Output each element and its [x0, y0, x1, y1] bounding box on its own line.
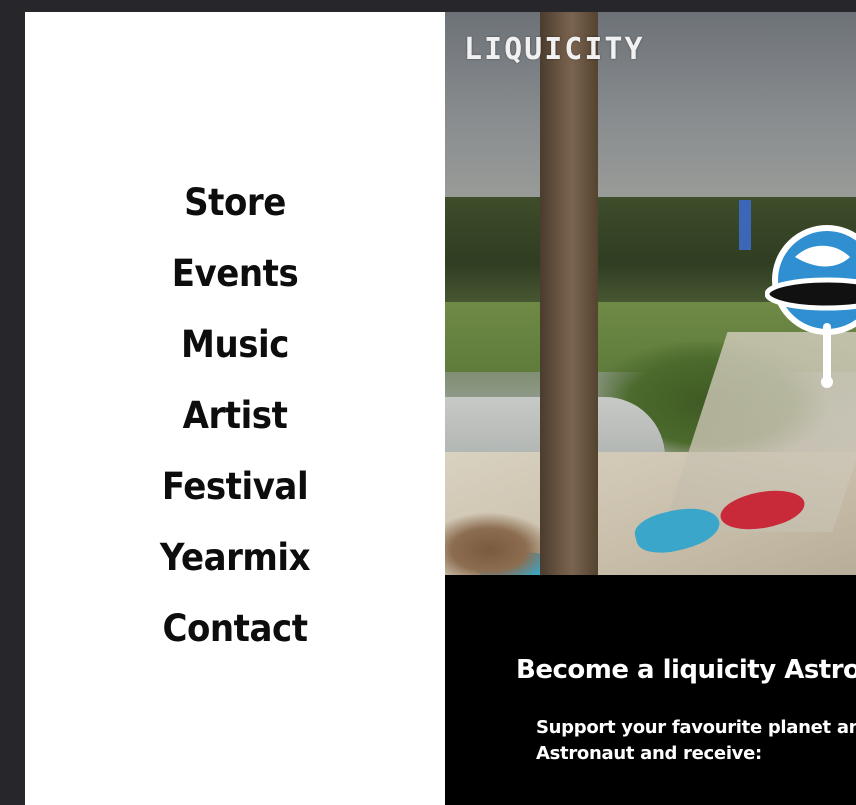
- promo-title: Become a liquicity Astrona: [516, 655, 856, 685]
- promo-description: Support your favourite planet and its As…: [536, 715, 856, 767]
- nav-item-festival[interactable]: Festival: [42, 464, 428, 535]
- nav-item-contact[interactable]: Contact: [42, 606, 428, 677]
- hero-flag: [739, 200, 751, 250]
- promo-line-1: Support your favourite planet and its: [536, 717, 856, 738]
- nav-item-artist[interactable]: Artist: [42, 393, 428, 464]
- astronaut-promo-panel: Become a liquicity Astrona Support your …: [445, 575, 856, 805]
- nav-item-yearmix[interactable]: Yearmix: [42, 535, 428, 606]
- window-left-border: [0, 0, 25, 805]
- nav-item-events[interactable]: Events: [42, 251, 428, 322]
- hero-wooden-pole: [540, 12, 598, 575]
- navigation-menu: Store Events Music Artist Festival Yearm…: [25, 12, 445, 805]
- window-top-border: [0, 0, 856, 12]
- nav-item-store[interactable]: Store: [42, 180, 428, 251]
- liquicity-logo[interactable]: LIQUICITY: [464, 32, 645, 67]
- promo-line-2: Astronaut and receive:: [536, 743, 762, 764]
- hero-image: LIQUICITY: [445, 12, 856, 575]
- nav-item-music[interactable]: Music: [42, 322, 428, 393]
- nav-list: Store Events Music Artist Festival Yearm…: [25, 180, 445, 677]
- hero-people: [445, 512, 555, 575]
- astronaut-globe-icon: [765, 225, 856, 388]
